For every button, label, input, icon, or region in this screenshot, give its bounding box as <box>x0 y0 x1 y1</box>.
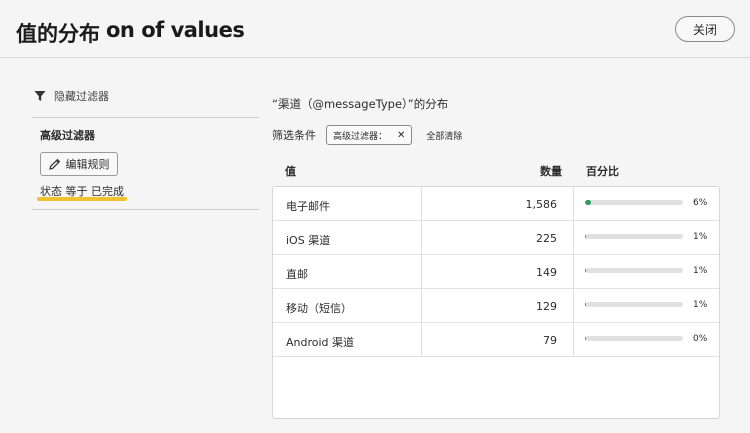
row-percent: 1% <box>693 300 708 310</box>
hide-filters-label: 隐藏过滤器 <box>54 90 109 103</box>
percent-bar <box>585 200 683 205</box>
percent-bar-fill <box>585 234 586 239</box>
cell-divider <box>573 221 574 255</box>
clear-all-link[interactable]: 全部清除 <box>426 129 462 142</box>
row-percent: 1% <box>693 232 708 242</box>
close-icon[interactable]: ✕ <box>397 130 405 141</box>
filter-icon <box>34 91 46 101</box>
edit-rule-label: 编辑规则 <box>65 159 110 171</box>
advanced-filter-chip[interactable]: 高级过滤器： ✕ <box>326 125 413 145</box>
row-value: Android 渠道 <box>286 336 355 349</box>
distribution-table: 电子邮件 1,586 6% iOS 渠道 225 1% 直邮 149 1% 移动… <box>272 186 720 419</box>
cell-divider <box>421 255 422 289</box>
sidebar-divider-bottom <box>32 209 259 210</box>
cell-divider <box>573 323 574 357</box>
cell-divider <box>421 221 422 255</box>
pencil-icon <box>48 158 60 170</box>
percent-bar <box>585 234 683 239</box>
page-title-cn: 值的分布 <box>16 18 106 48</box>
column-header-count[interactable]: 数量 <box>540 163 562 179</box>
row-count: 225 <box>536 232 557 245</box>
percent-bar <box>585 336 683 341</box>
edit-rule-button[interactable]: 编辑规则 <box>40 152 118 176</box>
table-row[interactable]: 直邮 149 1% <box>273 255 719 289</box>
row-count: 129 <box>536 300 557 313</box>
table-row[interactable]: 移动（短信） 129 1% <box>273 289 719 323</box>
chip-label: 高级过滤器： <box>333 131 388 142</box>
row-percent: 6% <box>693 198 708 208</box>
row-value: 直邮 <box>286 268 308 281</box>
percent-bar <box>585 302 683 307</box>
row-count: 149 <box>536 266 557 279</box>
row-count: 1,586 <box>525 198 558 211</box>
row-count: 79 <box>543 334 557 347</box>
advanced-filter-heading: 高级过滤器 <box>40 129 95 142</box>
column-header-value[interactable]: 值 <box>285 163 296 179</box>
row-value: iOS 渠道 <box>286 234 331 247</box>
hide-filters-toggle[interactable]: 隐藏过滤器 <box>34 88 109 104</box>
cell-divider <box>421 289 422 323</box>
percent-bar-fill <box>585 200 591 205</box>
sidebar-divider <box>32 117 259 118</box>
cell-divider <box>573 187 574 221</box>
close-button[interactable]: 关闭 <box>675 16 735 42</box>
table-row[interactable]: 电子邮件 1,586 6% <box>273 187 719 221</box>
percent-bar-fill <box>585 302 586 307</box>
highlight-underline <box>37 197 127 201</box>
row-percent: 1% <box>693 266 708 276</box>
table-row[interactable]: iOS 渠道 225 1% <box>273 221 719 255</box>
filter-bar: 筛选条件 高级过滤器： ✕ 全部清除 <box>272 125 462 145</box>
row-value: 移动（短信） <box>286 302 352 315</box>
row-value: 电子邮件 <box>286 200 330 213</box>
percent-bar-fill <box>585 268 586 273</box>
page-title-overlapped: on of values <box>106 18 245 42</box>
header-divider <box>0 57 750 58</box>
distribution-title: “渠道（@messageType）”的分布 <box>272 97 449 111</box>
filter-label: 筛选条件 <box>272 129 316 142</box>
cell-divider <box>421 323 422 357</box>
table-row[interactable]: Android 渠道 79 0% <box>273 323 719 357</box>
cell-divider <box>421 187 422 221</box>
percent-bar <box>585 268 683 273</box>
column-header-percent[interactable]: 百分比 <box>586 163 619 179</box>
cell-divider <box>573 255 574 289</box>
cell-divider <box>573 289 574 323</box>
row-percent: 0% <box>693 334 708 344</box>
